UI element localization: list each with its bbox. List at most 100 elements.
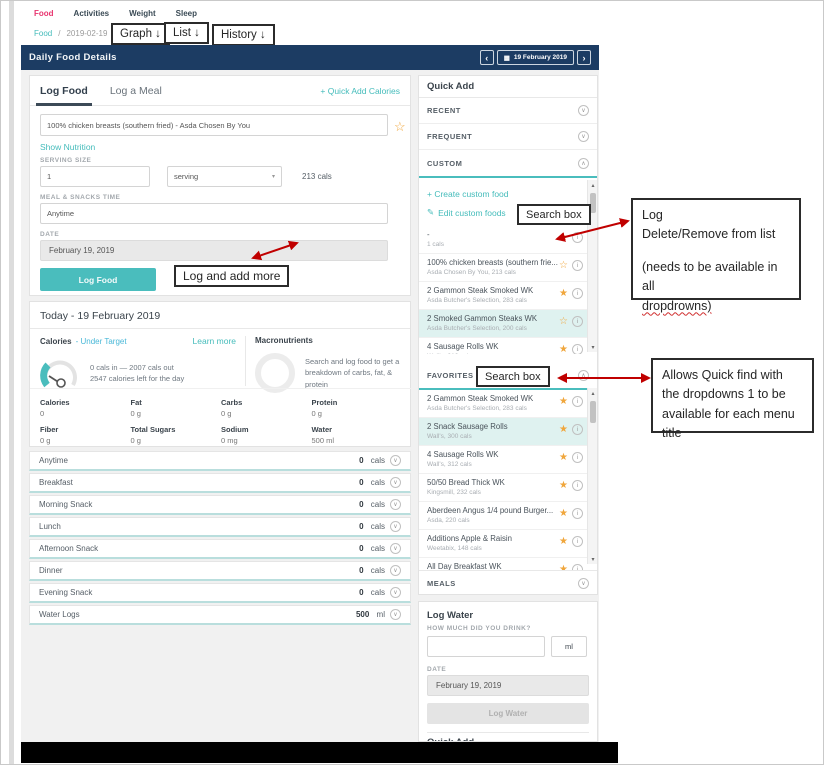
log-food-button[interactable]: Log Food: [40, 268, 156, 291]
chevron-down-icon[interactable]: ∨: [390, 543, 401, 554]
date-field[interactable]: February 19, 2019: [40, 240, 388, 261]
quick-add-calories-link[interactable]: + Quick Add Calories: [320, 86, 400, 96]
nav-item-weight[interactable]: Weight: [129, 9, 156, 18]
chevron-down-icon[interactable]: ∨: [578, 131, 589, 142]
meal-row-anytime[interactable]: Anytime 0 cals ∨: [29, 451, 411, 471]
info-icon[interactable]: i: [572, 232, 583, 243]
chevron-down-icon[interactable]: ∨: [390, 499, 401, 510]
nav-item-food[interactable]: Food: [34, 9, 54, 18]
food-search-input[interactable]: [40, 114, 388, 136]
scrollbar-thumb[interactable]: [590, 193, 596, 213]
info-icon[interactable]: i: [572, 452, 583, 463]
water-unit-box[interactable]: ml: [551, 636, 587, 657]
next-day-button[interactable]: ›: [577, 50, 591, 65]
info-icon[interactable]: i: [572, 344, 583, 354]
star-filled-icon[interactable]: ★: [559, 344, 568, 354]
nutrient-label: Protein: [311, 398, 338, 407]
scroll-down-icon[interactable]: ▾: [588, 554, 598, 564]
star-filled-icon[interactable]: ★: [559, 536, 568, 547]
nav-item-activities[interactable]: Activities: [74, 9, 110, 18]
info-icon[interactable]: i: [572, 480, 583, 491]
custom-food-item[interactable]: 4 Sausage Rolls WK Wall's, 312 cals★ i: [419, 338, 597, 354]
prev-day-button[interactable]: ‹: [479, 50, 494, 65]
custom-food-item[interactable]: - 1 cals ☆ i: [419, 226, 597, 254]
water-amount-input[interactable]: [427, 636, 545, 657]
date-navigator: ‹ ▦ 19 February 2019 ›: [479, 50, 591, 65]
meal-row-morning-snack[interactable]: Morning Snack 0 cals ∨: [29, 495, 411, 515]
favorite-food-item[interactable]: All Day Breakfast WK ★ i: [419, 558, 597, 570]
favorite-food-item[interactable]: Additions Apple & Raisin Weetabix, 148 ca…: [419, 530, 597, 558]
star-filled-icon[interactable]: ★: [559, 452, 568, 463]
meal-row-lunch[interactable]: Lunch 0 cals ∨: [29, 517, 411, 537]
tab-log-food[interactable]: Log Food: [36, 85, 92, 106]
meal-row-value: 0: [359, 588, 364, 597]
chevron-down-icon[interactable]: ∨: [390, 565, 401, 576]
info-icon[interactable]: i: [572, 316, 583, 327]
info-icon[interactable]: i: [572, 508, 583, 519]
favorite-food-item[interactable]: 2 Gammon Steak Smoked WK Asda Butcher's S…: [419, 390, 597, 418]
custom-food-item[interactable]: 100% chicken breasts (southern frie... As…: [419, 254, 597, 282]
info-icon[interactable]: i: [572, 564, 583, 570]
learn-more-link[interactable]: Learn more: [193, 336, 236, 346]
scrollbar-thumb[interactable]: [590, 401, 596, 423]
chevron-down-icon[interactable]: ∨: [390, 455, 401, 466]
star-filled-icon[interactable]: ★: [559, 508, 568, 519]
favorite-food-item[interactable]: 2 Snack Sausage Rolls Wall's, 300 cals ★ i: [419, 418, 597, 446]
scroll-up-icon[interactable]: ▴: [588, 388, 598, 398]
show-nutrition-link[interactable]: Show Nutrition: [40, 142, 95, 152]
star-filled-icon[interactable]: ★: [559, 288, 568, 299]
favorite-food-item[interactable]: 50/50 Bread Thick WK Kingsmill, 232 cals ★…: [419, 474, 597, 502]
chevron-down-icon[interactable]: ∨: [390, 587, 401, 598]
favorites-list-scrollbar[interactable]: ▴ ▾: [587, 388, 597, 564]
nav-item-sleep[interactable]: Sleep: [176, 9, 197, 18]
meal-row-afternoon-snack[interactable]: Afternoon Snack 0 cals ∨: [29, 539, 411, 559]
meal-row-breakfast[interactable]: Breakfast 0 cals ∨: [29, 473, 411, 493]
serving-unit-select[interactable]: serving ▾: [167, 166, 282, 187]
star-outline-icon[interactable]: ☆: [559, 232, 568, 243]
chevron-down-icon[interactable]: ∨: [578, 578, 589, 589]
section-meals[interactable]: MEALS ∨: [419, 570, 597, 596]
star-outline-icon[interactable]: ☆: [559, 260, 568, 271]
date-picker-button[interactable]: ▦ 19 February 2019: [496, 50, 574, 65]
chevron-down-icon[interactable]: ∨: [390, 477, 401, 488]
scroll-up-icon[interactable]: ▴: [588, 180, 598, 190]
meal-time-input[interactable]: [40, 203, 388, 224]
breadcrumb-food-link[interactable]: Food: [34, 29, 52, 38]
chevron-down-icon[interactable]: ∨: [578, 105, 589, 116]
custom-food-item[interactable]: 2 Smoked Gammon Steaks WK Asda Butcher's …: [419, 310, 597, 338]
info-icon[interactable]: i: [572, 536, 583, 547]
star-filled-icon[interactable]: ★: [559, 396, 568, 407]
meal-row-label: Afternoon Snack: [39, 544, 99, 553]
info-icon[interactable]: i: [572, 288, 583, 299]
section-recent[interactable]: RECENT ∨: [419, 98, 597, 124]
scroll-down-icon[interactable]: ▾: [588, 342, 598, 352]
water-date-field[interactable]: February 19, 2019: [427, 675, 589, 696]
log-water-button-disabled[interactable]: Log Water: [427, 703, 589, 724]
edit-custom-foods-link[interactable]: Edit custom foods: [438, 208, 506, 218]
favorite-food-item[interactable]: 4 Sausage Rolls WK Wall's, 312 cals ★ i: [419, 446, 597, 474]
info-icon[interactable]: i: [572, 424, 583, 435]
nutrient-value: 0 g: [221, 409, 232, 418]
create-custom-food-link[interactable]: + Create custom food: [427, 184, 589, 203]
section-frequent[interactable]: FREQUENT ∨: [419, 124, 597, 150]
chevron-down-icon[interactable]: ∨: [390, 521, 401, 532]
custom-food-item[interactable]: 2 Gammon Steak Smoked WK Asda Butcher's S…: [419, 282, 597, 310]
nutrient-fat: Fat 0 g: [131, 398, 222, 418]
info-icon[interactable]: i: [572, 396, 583, 407]
star-filled-icon[interactable]: ★: [559, 424, 568, 435]
star-filled-icon[interactable]: ★: [559, 480, 568, 491]
meal-row-water-logs[interactable]: Water Logs 500 ml ∨: [29, 605, 411, 625]
meal-row-dinner[interactable]: Dinner 0 cals ∨: [29, 561, 411, 581]
serving-qty-input[interactable]: [40, 166, 150, 187]
chevron-down-icon[interactable]: ∨: [390, 609, 401, 620]
tab-log-a-meal[interactable]: Log a Meal: [110, 85, 162, 97]
star-filled-icon[interactable]: ★: [559, 564, 568, 570]
favorite-food-item[interactable]: Aberdeen Angus 1/4 pound Burger... Asda, …: [419, 502, 597, 530]
star-outline-icon[interactable]: ☆: [394, 120, 406, 133]
section-custom[interactable]: CUSTOM ∧: [419, 150, 597, 178]
star-outline-icon[interactable]: ☆: [559, 316, 568, 327]
info-icon[interactable]: i: [572, 260, 583, 271]
chevron-up-icon[interactable]: ∧: [578, 157, 589, 169]
chevron-up-icon[interactable]: ∧: [578, 369, 589, 381]
meal-row-evening-snack[interactable]: Evening Snack 0 cals ∨: [29, 583, 411, 603]
